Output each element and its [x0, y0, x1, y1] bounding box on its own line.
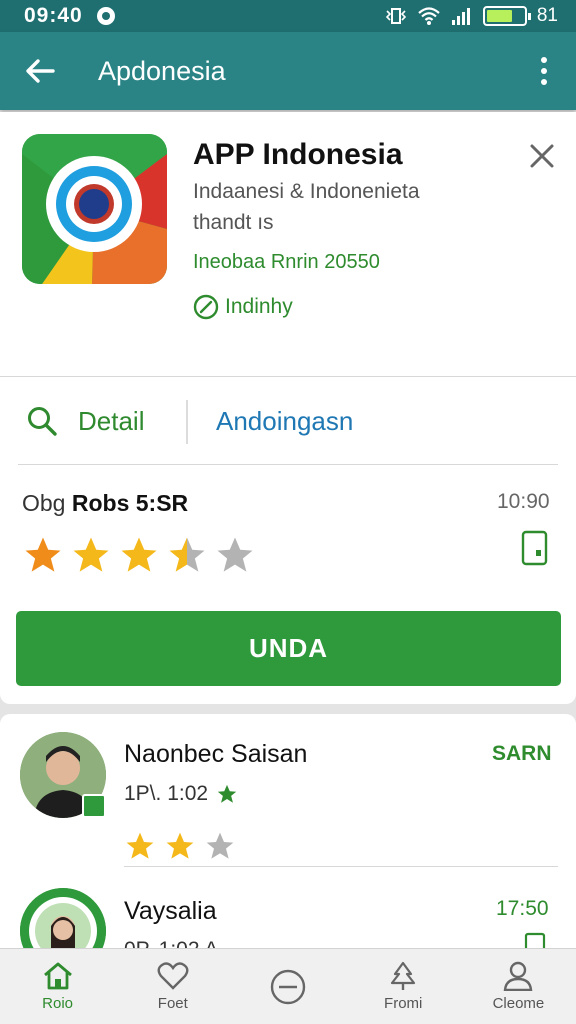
- home-icon: [43, 962, 72, 990]
- app-name: APP Indonesia: [193, 138, 403, 171]
- review-author: Vaysalia: [124, 897, 217, 925]
- review-author: Naonbec Saisan: [124, 740, 308, 768]
- nav-profile[interactable]: Cleome: [461, 949, 576, 1024]
- minus-circle-icon: [270, 969, 306, 1004]
- status-time: 09:40: [24, 4, 83, 27]
- nav-profile-label: Cleome: [492, 995, 545, 1012]
- nav-home[interactable]: Roio: [0, 949, 115, 1024]
- battery-fill: [486, 10, 513, 22]
- status-right: 81: [385, 5, 558, 27]
- rating-label: Obg Robs 5:SR: [22, 490, 188, 517]
- tree-icon: [391, 961, 416, 990]
- reviews-card: Naonbec Saisan SARN 1P\. 1:02 Vaysalia 1…: [0, 714, 576, 954]
- star-icon: [25, 537, 61, 572]
- nav-home-label: Roio: [42, 995, 74, 1012]
- star-icon: [206, 832, 234, 859]
- star-icon: [73, 537, 109, 572]
- install-button[interactable]: UNDA: [16, 611, 561, 686]
- notification-icon: [96, 7, 115, 25]
- signal-icon: [451, 8, 470, 25]
- battery-icon: [482, 6, 531, 26]
- star-icon: [126, 832, 154, 859]
- app-meta: Ineobaa Rnrin 20550: [193, 251, 380, 273]
- app-icon: [22, 134, 167, 284]
- phone-icon[interactable]: [521, 530, 548, 566]
- divider: [124, 866, 558, 867]
- rating-time: 10:90: [497, 490, 550, 513]
- tab-andoingasn[interactable]: Andoingasn: [216, 406, 353, 437]
- verified-icon: [193, 294, 219, 320]
- star-icon: [217, 537, 253, 572]
- search-icon: [28, 407, 57, 436]
- nav-favorites-label: Foet: [157, 995, 188, 1012]
- developer-info: Indaanesi & Indonenieta thandt ıs: [193, 176, 493, 238]
- review-date-text: 1P\. 1:02: [124, 782, 209, 805]
- app-detail-card: APP Indonesia Indaanesi & Indonenieta th…: [0, 112, 576, 704]
- more-options-button[interactable]: [532, 51, 556, 91]
- divider: [18, 464, 558, 465]
- nav-favorites[interactable]: Foet: [115, 949, 230, 1024]
- nav-center[interactable]: [230, 949, 345, 1024]
- rating-label-prefix: Obg: [22, 490, 66, 516]
- tab-bar: Detail Andoingasn: [0, 378, 576, 464]
- star-icon: [169, 537, 205, 572]
- developer-line-1: Indaanesi & Indonenieta: [193, 180, 420, 203]
- review-time: 17:50: [496, 897, 549, 920]
- app-badge-label: Indinhy: [225, 295, 293, 318]
- status-bar: 09:40 81: [0, 0, 576, 32]
- close-icon: [530, 144, 554, 168]
- profile-icon: [504, 961, 533, 991]
- back-button[interactable]: [20, 51, 60, 91]
- close-button[interactable]: [526, 140, 558, 172]
- review-stars: [124, 830, 236, 862]
- developer-line-2: thandt ıs: [193, 211, 274, 234]
- star-icon: [121, 537, 157, 572]
- app-badge: Indinhy: [193, 294, 293, 320]
- star-icon: [217, 784, 237, 803]
- divider: [0, 376, 576, 377]
- avatar[interactable]: [20, 888, 106, 954]
- tab-detail[interactable]: Detail: [26, 405, 144, 437]
- app-bar: Apdonesia: [0, 32, 576, 110]
- star-icon: [166, 832, 194, 859]
- heart-icon: [157, 962, 189, 990]
- nav-from[interactable]: Fromi: [346, 949, 461, 1024]
- online-badge-icon: [82, 794, 106, 818]
- rating-stars: [22, 534, 256, 576]
- tab-detail-label: Detail: [78, 405, 145, 436]
- tab-separator: [186, 400, 188, 444]
- review-action[interactable]: SARN: [492, 742, 552, 766]
- bottom-nav: Roio Foet Fromi Cleome: [0, 948, 576, 1024]
- arrow-left-icon: [26, 59, 55, 83]
- nav-from-label: Fromi: [384, 995, 423, 1012]
- rating-label-strong: Robs 5:SR: [71, 490, 189, 516]
- review-date: 1P\. 1:02: [124, 782, 238, 806]
- battery-text: 81: [536, 5, 558, 26]
- vibrate-icon: [385, 8, 406, 24]
- person-icon: [20, 888, 106, 954]
- wifi-icon: [418, 7, 440, 25]
- app-bar-title: Apdonesia: [98, 55, 226, 86]
